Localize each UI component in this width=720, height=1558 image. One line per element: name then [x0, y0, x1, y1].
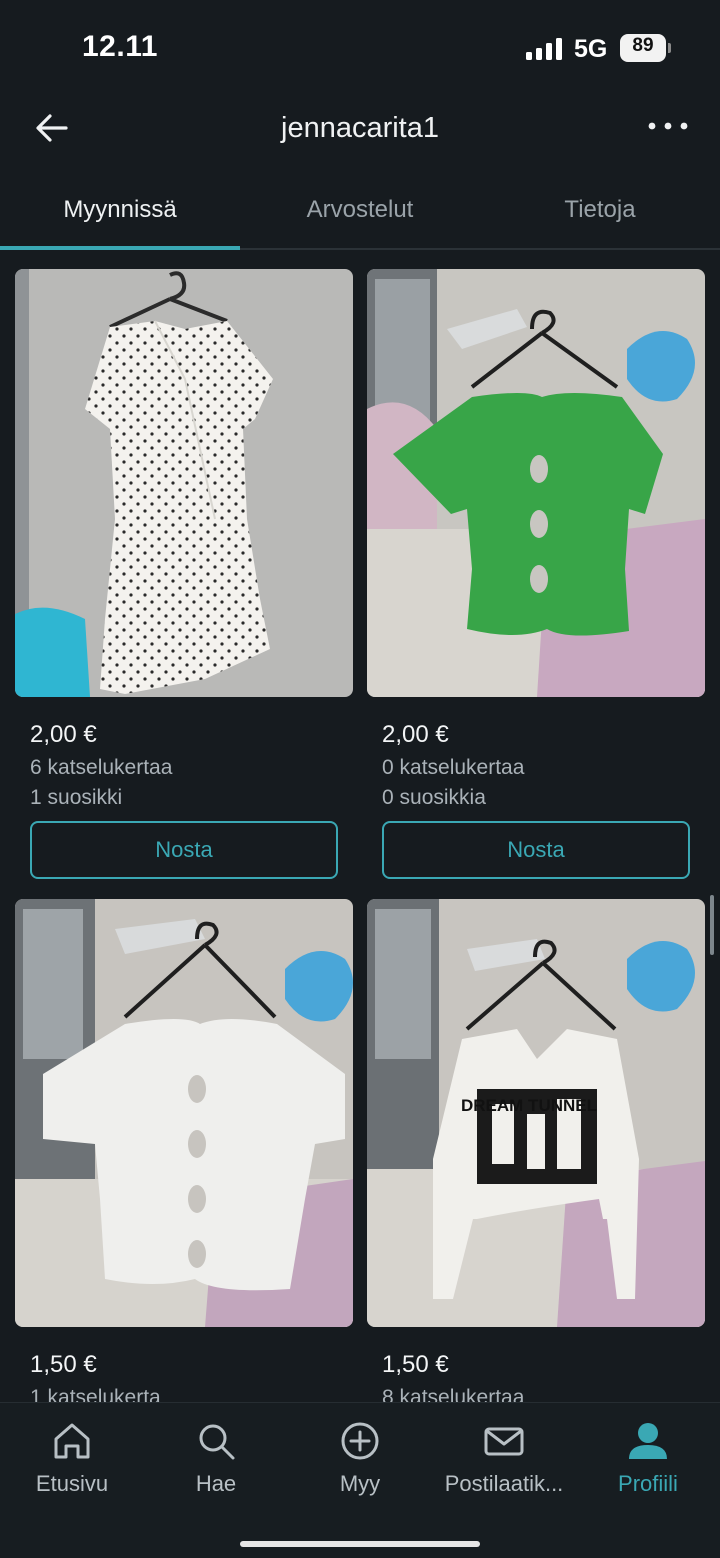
tab-reviews[interactable]: Arvostelut	[240, 172, 480, 248]
page-title: jennacarita1	[281, 112, 439, 144]
listing-price: 1,50 €	[30, 1351, 97, 1378]
listing-photo[interactable]	[15, 269, 353, 697]
nav-label: Profiili	[618, 1471, 678, 1496]
listing-photo[interactable]	[367, 269, 705, 697]
tab-indicator	[0, 246, 240, 250]
nav-label: Hae	[195, 1471, 237, 1496]
nav-item-inbox[interactable]: Postilaatik...	[432, 1419, 576, 1519]
battery-level: 89	[632, 35, 654, 56]
app-header: jennacarita1	[0, 100, 720, 160]
listing-price: 1,50 €	[382, 1351, 449, 1378]
bottom-nav: Etusivu Hae Myy Postilaatik... Profiili	[0, 1402, 720, 1558]
status-bar: 12.11 5G 89	[0, 0, 720, 100]
plus-circle-icon	[341, 1422, 379, 1460]
listing-views: 0 katselukertaa	[382, 756, 525, 779]
listing-favorites: 0 suosikkia	[382, 786, 486, 809]
listing-views: 6 katselukertaa	[30, 756, 173, 779]
listing-price: 2,00 €	[30, 721, 97, 748]
tab-for-sale[interactable]: Myynnissä	[0, 172, 240, 248]
profile-tabs: Myynnissä Arvostelut Tietoja	[0, 172, 720, 250]
bump-button[interactable]: Nosta	[30, 821, 338, 879]
nav-label: Postilaatik...	[444, 1471, 564, 1496]
nav-label: Etusivu	[35, 1471, 109, 1496]
listing-photo[interactable]: DREAM TUNNEL	[367, 899, 705, 1327]
scrollbar[interactable]	[710, 895, 714, 955]
nav-item-home[interactable]: Etusivu	[0, 1419, 144, 1519]
svg-text:DREAM TUNNEL: DREAM TUNNEL	[461, 1096, 597, 1115]
nav-item-profile[interactable]: Profiili	[576, 1419, 720, 1519]
listing-views: 8 katselukertaa	[382, 1386, 525, 1402]
status-time: 12.11	[82, 30, 158, 63]
home-icon	[54, 1423, 90, 1459]
search-icon	[199, 1424, 235, 1460]
signal-icon	[526, 38, 562, 60]
profile-icon	[629, 1423, 667, 1459]
bump-button[interactable]: Nosta	[382, 821, 690, 879]
battery-icon: 89	[620, 34, 672, 62]
nav-item-search[interactable]: Hae	[144, 1419, 288, 1519]
nav-label: Myy	[339, 1471, 381, 1496]
listing-price: 2,00 €	[382, 721, 449, 748]
nav-item-sell[interactable]: Myy	[288, 1419, 432, 1519]
home-indicator	[240, 1541, 480, 1547]
more-horizontal-icon[interactable]	[646, 116, 690, 136]
listing-views: 1 katselukerta	[30, 1386, 161, 1402]
network-label: 5G	[574, 35, 608, 63]
listings-grid: 2,00 € 6 katselukertaa 1 suosikki Nosta	[0, 252, 720, 1402]
listing-photo[interactable]	[15, 899, 353, 1327]
mail-icon	[484, 1427, 524, 1456]
listing-favorites: 1 suosikki	[30, 786, 123, 809]
tab-info[interactable]: Tietoja	[480, 172, 720, 248]
